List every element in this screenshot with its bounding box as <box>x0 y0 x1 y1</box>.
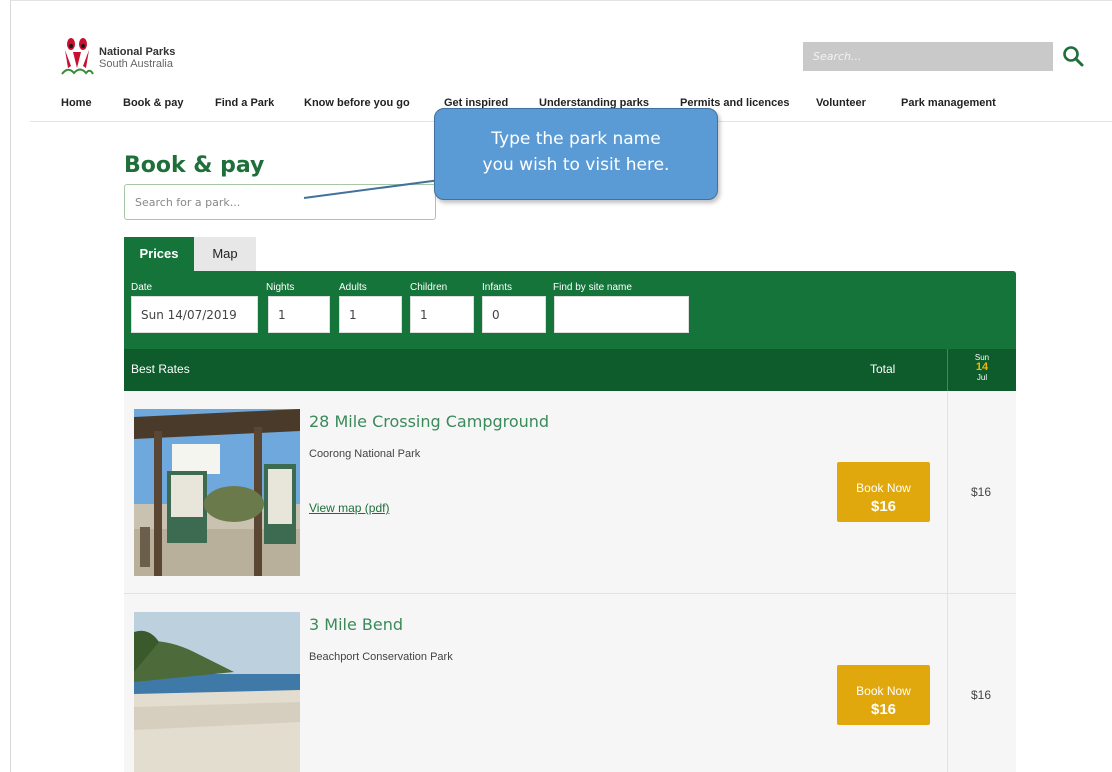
row-price: $16 <box>971 688 992 702</box>
best-rates-heading: Best Rates <box>131 362 190 376</box>
book-now-price: $16 <box>870 497 897 515</box>
site-search-input[interactable] <box>803 42 1053 71</box>
view-map-link[interactable]: View map (pdf) <box>309 501 389 515</box>
infants-label: Infants <box>482 282 513 293</box>
date-column-header: Sun 14 Jul <box>947 349 1016 391</box>
nights-field[interactable] <box>268 296 330 333</box>
nav-book-pay[interactable]: Book & pay <box>123 97 184 109</box>
sturt-desert-pea-logo[interactable] <box>60 36 94 78</box>
callout-line1: Type the park name <box>491 129 661 149</box>
tab-prices[interactable]: Prices <box>124 237 194 271</box>
nights-label: Nights <box>266 282 295 293</box>
callout-line2: you wish to visit here. <box>482 155 670 175</box>
children-label: Children <box>410 282 448 293</box>
park-name: Coorong National Park <box>309 448 421 460</box>
book-now-button[interactable]: Book Now $16 <box>837 462 930 522</box>
site-name-field[interactable] <box>554 296 689 333</box>
campground-photo[interactable] <box>134 409 300 576</box>
book-now-label: Book Now <box>856 683 911 698</box>
page-title: Book & pay <box>124 153 265 178</box>
date-label: Date <box>131 282 153 293</box>
total-heading: Total <box>870 362 896 376</box>
search-icon[interactable] <box>1061 44 1085 68</box>
book-now-label: Book Now <box>856 480 911 495</box>
nav-know-before-you-go[interactable]: Know before you go <box>304 97 410 109</box>
nav-find-a-park[interactable]: Find a Park <box>215 97 274 109</box>
price-column <box>947 594 1016 772</box>
brand-line1: National Parks <box>99 46 176 58</box>
book-now-button[interactable]: Book Now $16 <box>837 665 930 725</box>
adults-field[interactable] <box>339 296 402 333</box>
date-month: Jul <box>976 373 988 382</box>
nav-park-management[interactable]: Park management <box>901 97 996 109</box>
result-row: 28 Mile Crossing Campground Coorong Nati… <box>124 391 1016 594</box>
adults-label: Adults <box>339 282 367 293</box>
callout-pointer <box>303 179 441 199</box>
row-price: $16 <box>971 485 992 499</box>
book-now-price: $16 <box>870 700 897 718</box>
park-name: Beachport Conservation Park <box>309 651 453 663</box>
site-name[interactable]: 28 Mile Crossing Campground <box>309 412 549 431</box>
infants-field[interactable] <box>482 296 546 333</box>
campground-photo[interactable] <box>134 612 300 772</box>
nav-volunteer[interactable]: Volunteer <box>816 97 866 109</box>
children-field[interactable] <box>410 296 474 333</box>
result-row: 3 Mile Bend Beachport Conservation Park … <box>124 594 1016 772</box>
tab-map[interactable]: Map <box>194 237 256 271</box>
brand-line2: South Australia <box>99 58 173 70</box>
site-name[interactable]: 3 Mile Bend <box>309 615 403 634</box>
site-name-label: Find by site name <box>553 282 632 293</box>
date-day: 14 <box>975 361 989 373</box>
callout-annotation: Type the park name you wish to visit her… <box>434 108 718 200</box>
nav-home[interactable]: Home <box>61 97 92 109</box>
brand-name[interactable]: National Parks South Australia <box>99 46 175 70</box>
date-field[interactable] <box>131 296 258 333</box>
